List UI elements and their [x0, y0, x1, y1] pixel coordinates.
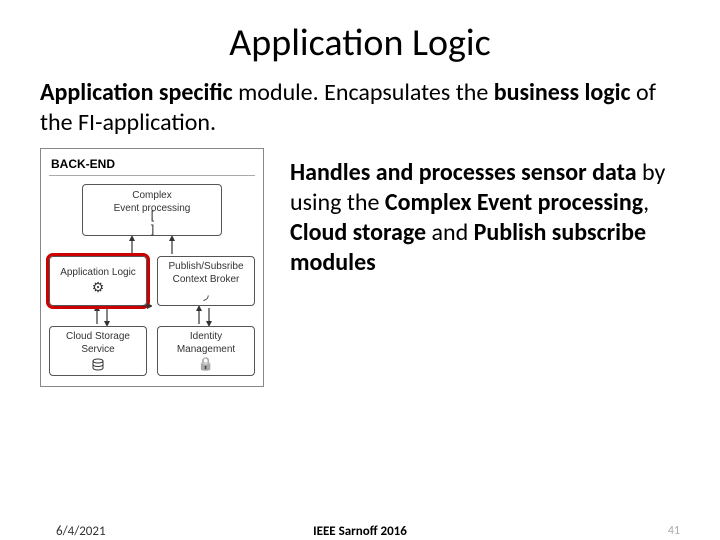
box-label: Service — [81, 344, 114, 355]
box-label: Cloud Storage — [66, 331, 130, 342]
intro-strong-2: business logic — [494, 78, 631, 107]
intro-paragraph: Application specific module. Encapsulate… — [0, 74, 720, 148]
footer-date: 6/4/2021 — [56, 524, 106, 539]
intro-strong-1: Application specific — [40, 78, 233, 107]
body-strong-1: Handles and processes sensor data — [290, 158, 637, 187]
footer-page-number: 41 — [668, 524, 680, 538]
lock-icon — [197, 357, 215, 373]
box-complex-event-processing: Complex Event processing — [82, 184, 222, 236]
box-label: Context Broker — [173, 274, 240, 285]
box-label: Management — [177, 344, 235, 355]
box-publish-subscribe: Publish/Subsribe Context Broker — [157, 256, 255, 306]
arrow-icon — [140, 294, 152, 318]
arrow-icon — [49, 306, 255, 326]
database-icon — [89, 357, 107, 373]
backend-diagram: BACK-END Complex Event processing — [40, 148, 264, 387]
box-label: Identity — [190, 331, 222, 342]
box-label: Publish/Subsribe — [168, 261, 243, 272]
diagram-section-title: BACK-END — [49, 157, 255, 171]
wifi-icon — [197, 287, 215, 303]
body-strong-3: Cloud storage — [290, 218, 426, 247]
brackets-icon — [143, 216, 161, 232]
box-label: Application Logic — [60, 267, 136, 278]
box-identity-management: Identity Management — [157, 326, 255, 376]
gear-icon — [89, 280, 107, 296]
box-label: Complex — [132, 190, 171, 201]
body-paragraph: Handles and processes sensor data by usi… — [290, 148, 680, 387]
box-cloud-storage: Cloud Storage Service — [49, 326, 147, 376]
intro-text-1: module. Encapsulates the — [233, 78, 494, 107]
footer-venue: IEEE Sarnoff 2016 — [313, 524, 407, 539]
box-application-logic: Application Logic — [49, 256, 147, 306]
body-text-3: and — [426, 218, 474, 247]
page-title: Application Logic — [0, 0, 720, 74]
arrow-icon — [92, 236, 212, 256]
body-text-2: , — [643, 188, 649, 217]
body-strong-2: Complex Event processing — [385, 188, 643, 217]
